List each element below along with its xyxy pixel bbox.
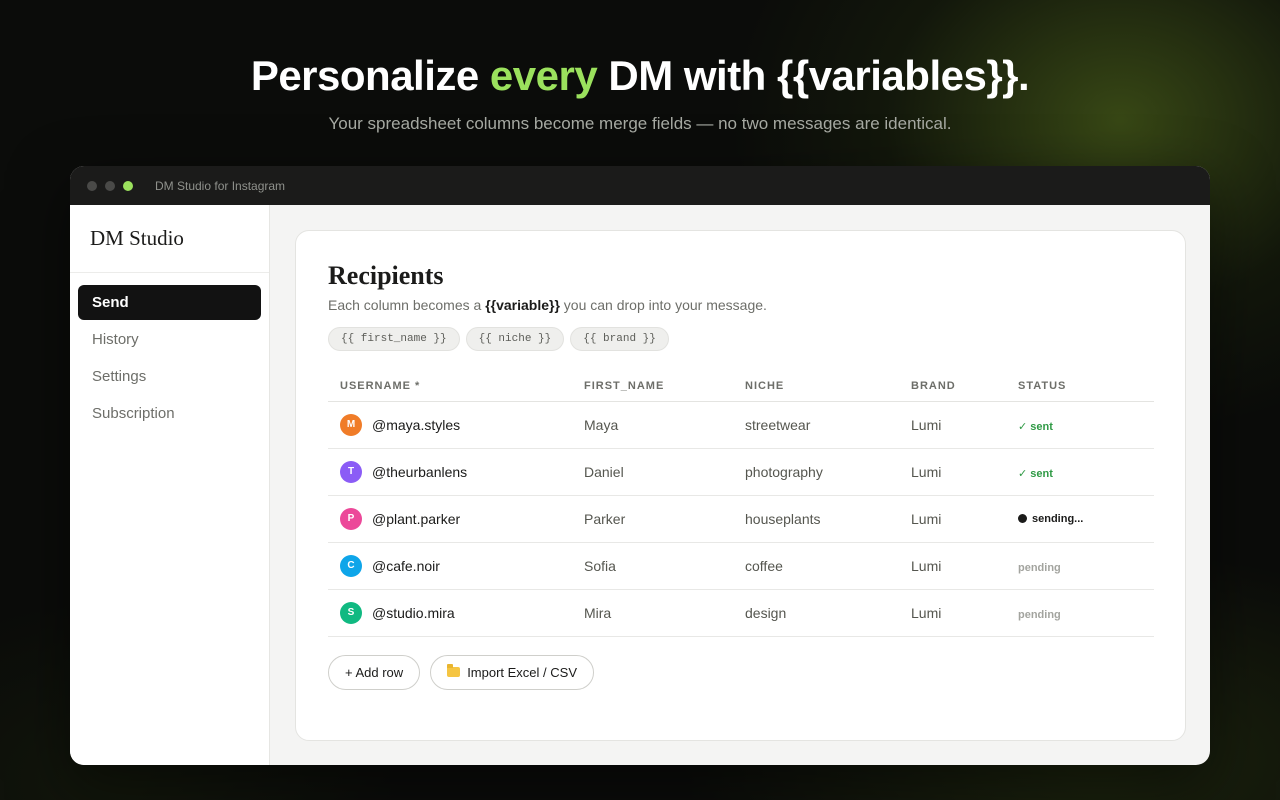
main-content: Recipients Each column becomes a {{varia… <box>270 205 1210 765</box>
sidebar-item-history[interactable]: History <box>78 322 261 357</box>
import-csv-button[interactable]: Import Excel / CSV <box>430 654 594 690</box>
cell-niche[interactable]: design <box>733 589 899 637</box>
cell-niche[interactable]: houseplants <box>733 495 899 543</box>
table-row[interactable]: S @studio.mira Mira design Lumi pending <box>328 589 1154 637</box>
recipients-title: Recipients <box>328 261 444 290</box>
cell-niche[interactable]: photography <box>733 448 899 496</box>
col-first-name: FIRST_NAME <box>572 371 733 402</box>
avatar: S <box>340 601 362 624</box>
sidebar-item-send[interactable]: Send <box>78 285 261 320</box>
recipients-card: Recipients Each column becomes a {{varia… <box>295 230 1186 741</box>
recipients-table: USERNAME * FIRST_NAME NICHE BRAND STATUS… <box>328 371 1154 637</box>
sidebar-brand: DM Studio <box>70 205 269 273</box>
recipients-description: Each column becomes a {{variable}} you c… <box>328 297 1153 313</box>
import-label: Import Excel / CSV <box>467 664 577 680</box>
table-row[interactable]: M @maya.styles Maya streetwear Lumi ✓ sen… <box>328 401 1154 449</box>
cell-username[interactable]: C @cafe.noir <box>328 542 572 590</box>
sidebar: DM Studio Send History Settings Subscrip… <box>70 205 270 765</box>
col-status: STATUS <box>1006 371 1154 402</box>
col-username: USERNAME * <box>328 371 572 402</box>
folder-icon <box>447 664 461 677</box>
app-window: DM Studio for Instagram DM Studio Send H… <box>70 166 1210 765</box>
hero-title: Personalize every DM with {{variables}}. <box>0 52 1280 100</box>
desc-variable: {{variable}} <box>485 297 560 313</box>
cell-niche[interactable]: streetwear <box>733 401 899 449</box>
close-dot[interactable] <box>87 180 97 191</box>
hero-title-accent: every <box>489 52 598 99</box>
cell-status: pending <box>1006 542 1154 590</box>
status-badge: sending... <box>1018 513 1154 525</box>
username-text: @plant.parker <box>372 510 461 527</box>
cell-first-name[interactable]: Mira <box>572 589 733 637</box>
cell-status: ✓ sent <box>1006 448 1154 496</box>
status-text: sending... <box>1032 512 1084 525</box>
minimize-dot[interactable] <box>105 180 115 191</box>
status-badge: pending <box>1018 561 1061 574</box>
cell-status: ✓ sent <box>1006 401 1154 449</box>
hero-title-pre: Personalize <box>250 52 490 99</box>
table-row[interactable]: P @plant.parker Parker houseplants Lumi s… <box>328 495 1154 543</box>
cell-username[interactable]: P @plant.parker <box>328 495 572 543</box>
cell-first-name[interactable]: Sofia <box>572 542 733 590</box>
cell-first-name[interactable]: Maya <box>572 401 733 449</box>
status-badge: pending <box>1018 608 1061 621</box>
hero: Personalize every DM with {{variables}}.… <box>0 52 1280 134</box>
table-actions: + Add row Import Excel / CSV <box>328 654 1153 690</box>
cell-niche[interactable]: coffee <box>733 542 899 590</box>
cell-brand[interactable]: Lumi <box>899 495 1006 543</box>
app-body: DM Studio Send History Settings Subscrip… <box>70 205 1210 765</box>
hero-title-post: DM with {{variables}}. <box>597 52 1030 99</box>
cell-brand[interactable]: Lumi <box>899 448 1006 496</box>
chip-brand[interactable]: {{ brand }} <box>570 327 669 351</box>
username-text: @studio.mira <box>372 604 455 621</box>
cell-brand[interactable]: Lumi <box>899 542 1006 590</box>
sidebar-item-settings[interactable]: Settings <box>78 359 261 394</box>
window-title: DM Studio for Instagram <box>155 178 286 193</box>
desc-pre: Each column becomes a <box>328 297 486 313</box>
cell-username[interactable]: S @studio.mira <box>328 589 572 637</box>
cell-status: sending... <box>1006 495 1154 543</box>
username-text: @maya.styles <box>372 416 461 433</box>
cell-status: pending <box>1006 589 1154 637</box>
add-row-button[interactable]: + Add row <box>328 654 421 690</box>
username-text: @cafe.noir <box>372 557 440 574</box>
table-header-row: USERNAME * FIRST_NAME NICHE BRAND STATUS <box>328 371 1154 402</box>
sidebar-nav: Send History Settings Subscription <box>70 273 269 445</box>
col-brand: BRAND <box>899 371 1006 402</box>
status-badge: ✓ sent <box>1018 420 1053 433</box>
desc-post: you can drop into your message. <box>559 297 767 313</box>
avatar: M <box>340 413 362 436</box>
cell-first-name[interactable]: Daniel <box>572 448 733 496</box>
table-row[interactable]: C @cafe.noir Sofia coffee Lumi pending <box>328 542 1154 590</box>
avatar: P <box>340 507 362 530</box>
sending-dot-icon <box>1018 514 1027 523</box>
cell-username[interactable]: M @maya.styles <box>328 401 572 449</box>
status-badge: ✓ sent <box>1018 467 1053 480</box>
username-text: @theurbanlens <box>372 463 468 480</box>
chip-first-name[interactable]: {{ first_name }} <box>328 327 460 351</box>
avatar: C <box>340 554 362 577</box>
col-niche: NICHE <box>733 371 899 402</box>
cell-first-name[interactable]: Parker <box>572 495 733 543</box>
avatar: T <box>340 460 362 483</box>
table-row[interactable]: T @theurbanlens Daniel photography Lumi ✓… <box>328 448 1154 496</box>
hero-subtitle: Your spreadsheet columns become merge fi… <box>328 114 952 133</box>
chip-niche[interactable]: {{ niche }} <box>465 327 565 351</box>
cell-brand[interactable]: Lumi <box>899 589 1006 637</box>
window-titlebar: DM Studio for Instagram <box>70 166 1210 205</box>
cell-username[interactable]: T @theurbanlens <box>328 448 572 496</box>
maximize-dot[interactable] <box>123 180 133 191</box>
sidebar-item-subscription[interactable]: Subscription <box>78 396 261 431</box>
variable-chips: {{ first_name }} {{ niche }} {{ brand }} <box>328 327 1153 351</box>
cell-brand[interactable]: Lumi <box>899 401 1006 449</box>
